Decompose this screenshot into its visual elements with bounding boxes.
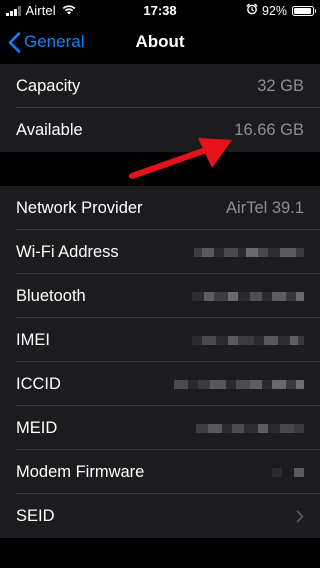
row-label: Modem Firmware	[16, 462, 145, 481]
available-row: Available 16.66 GB	[0, 108, 320, 152]
imei-row: IMEI	[0, 318, 320, 362]
row-label: Capacity	[16, 76, 81, 95]
row-label: SEID	[16, 506, 55, 525]
network-section: Network Provider AirTel 39.1 Wi-Fi Addre…	[0, 186, 320, 538]
battery-percent: 92%	[261, 3, 287, 18]
row-value: 32 GB	[257, 76, 304, 95]
capacity-row: Capacity 32 GB	[0, 64, 320, 108]
iccid-row: ICCID	[0, 362, 320, 406]
battery-level	[294, 7, 311, 14]
seid-row[interactable]: SEID	[0, 494, 320, 538]
row-label: Wi-Fi Address	[16, 242, 119, 261]
redacted-value	[192, 290, 304, 302]
battery-icon	[292, 5, 316, 16]
status-bar: Airtel 17:38 92%	[0, 0, 320, 20]
page-title: About	[135, 32, 185, 51]
bluetooth-row: Bluetooth	[0, 274, 320, 318]
wifi-address-row: Wi-Fi Address	[0, 230, 320, 274]
chevron-right-icon	[296, 510, 304, 522]
row-value: AirTel 39.1	[226, 198, 304, 217]
row-label: Bluetooth	[16, 286, 86, 305]
alarm-icon	[246, 3, 258, 18]
row-label: IMEI	[16, 330, 50, 349]
row-label: Available	[16, 120, 83, 139]
row-value: 16.66 GB	[234, 120, 304, 139]
network-provider-row: Network Provider AirTel 39.1	[0, 186, 320, 230]
redacted-value	[174, 378, 304, 390]
row-label: ICCID	[16, 374, 61, 393]
meid-row: MEID	[0, 406, 320, 450]
navigation-bar: General About	[0, 20, 320, 64]
redacted-value	[196, 422, 304, 434]
redacted-value	[194, 246, 304, 258]
redacted-value	[272, 466, 304, 478]
modem-firmware-row: Modem Firmware	[0, 450, 320, 494]
row-label: Network Provider	[16, 198, 143, 217]
row-label: MEID	[16, 418, 58, 437]
status-right: 92%	[246, 3, 316, 18]
redacted-value	[192, 334, 304, 346]
about-screen: Airtel 17:38 92% General About Capacity …	[0, 0, 320, 568]
storage-section: Capacity 32 GB Available 16.66 GB	[0, 64, 320, 152]
battery-nub	[314, 9, 316, 13]
